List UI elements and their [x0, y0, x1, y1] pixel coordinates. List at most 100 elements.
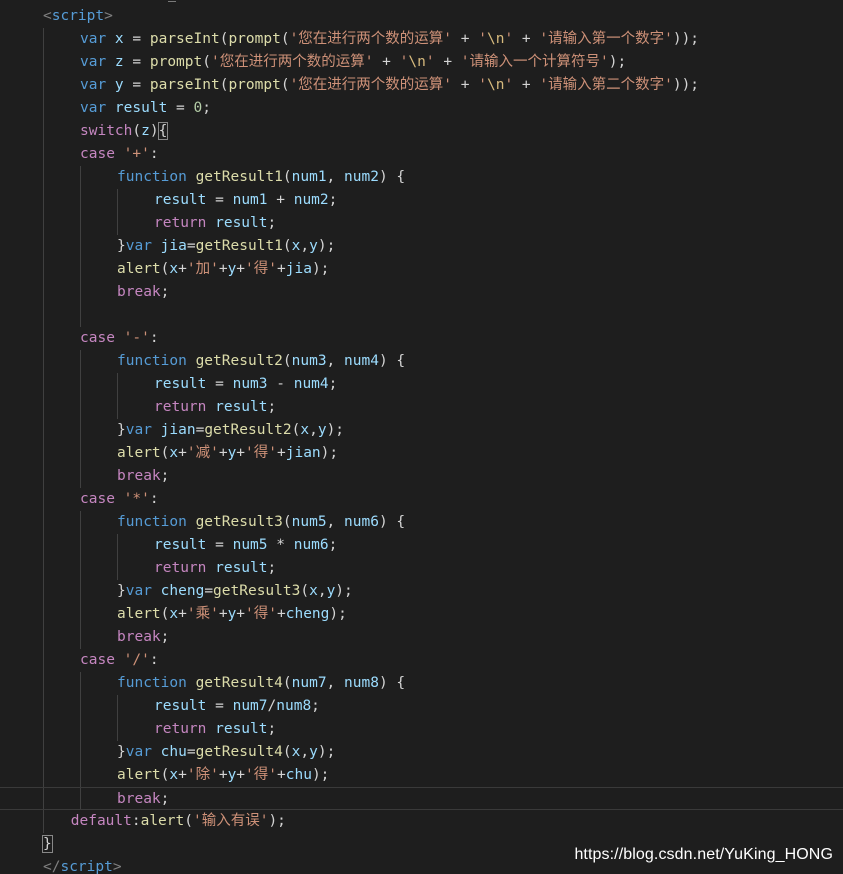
- code-token: +: [434, 54, 461, 70]
- code-token: );: [326, 422, 345, 438]
- code-line[interactable]: }var jia=getResult1(x,y);: [0, 235, 843, 258]
- code-line[interactable]: result = num5 * num6;: [0, 534, 843, 557]
- code-token: alert: [117, 767, 161, 783]
- code-editor[interactable]: <script> var x = parseInt(prompt('您在进行两个数…: [0, 0, 843, 874]
- code-token: (: [202, 54, 211, 70]
- code-line[interactable]: function getResult1(num1, num2) {: [0, 166, 843, 189]
- code-line[interactable]: return result;: [0, 718, 843, 741]
- code-line[interactable]: var y = parseInt(prompt('您在进行两个数的运算' + '…: [0, 74, 843, 97]
- code-token: +: [513, 77, 540, 93]
- code-line[interactable]: break;: [0, 626, 843, 649]
- code-line[interactable]: function getResult4(num7, num8) {: [0, 672, 843, 695]
- code-token: '输入有误': [192, 813, 269, 829]
- code-line[interactable]: return result;: [0, 396, 843, 419]
- code-token: jia: [285, 261, 312, 277]
- code-line[interactable]: case '-':: [0, 327, 843, 350]
- code-token: ));: [672, 77, 700, 93]
- code-line[interactable]: <script>: [0, 5, 843, 28]
- code-token: alert: [117, 606, 161, 622]
- code-token: break: [117, 468, 161, 484]
- code-token: \n: [486, 77, 505, 93]
- code-line[interactable]: function getResult2(num3, num4) {: [0, 350, 843, 373]
- code-token: ': [478, 31, 487, 47]
- code-line[interactable]: var z = prompt('您在进行两个数的运算' + '\n' + '请输…: [0, 51, 843, 74]
- code-line[interactable]: break;: [0, 281, 843, 304]
- code-token: (: [282, 675, 292, 691]
- code-token: break: [117, 629, 161, 645]
- code-token: num7: [232, 698, 268, 714]
- code-token: '/': [123, 652, 150, 668]
- code-line[interactable]: switch(z){: [0, 120, 843, 143]
- code-line[interactable]: var result = 0;: [0, 97, 843, 120]
- code-token: +: [277, 606, 286, 622]
- code-token: script: [60, 859, 113, 874]
- code-token: script: [51, 8, 105, 24]
- code-token: ;: [267, 215, 277, 231]
- code-token: case: [80, 491, 124, 507]
- code-token: x: [309, 583, 318, 599]
- code-line[interactable]: }var cheng=getResult3(x,y);: [0, 580, 843, 603]
- code-line[interactable]: alert(x+'除'+y+'得'+chu);: [0, 764, 843, 787]
- code-line[interactable]: break;: [0, 787, 843, 810]
- code-token: =: [123, 31, 150, 47]
- code-token: ) {: [378, 353, 406, 369]
- code-line[interactable]: return result;: [0, 557, 843, 580]
- code-token: result: [154, 376, 207, 392]
- code-token: num4: [344, 353, 379, 369]
- code-line[interactable]: [0, 304, 843, 327]
- code-token: ,: [300, 744, 310, 760]
- code-token: y: [114, 77, 124, 93]
- code-token: );: [317, 238, 336, 254]
- code-token: num1: [232, 192, 268, 208]
- code-line[interactable]: }var jian=getResult2(x,y);: [0, 419, 843, 442]
- code-token: ': [478, 77, 487, 93]
- code-token: ,: [300, 238, 310, 254]
- code-token: y: [227, 767, 237, 783]
- code-token: chu: [160, 744, 187, 760]
- code-token: (: [282, 169, 292, 185]
- code-token: y: [227, 445, 237, 461]
- code-line[interactable]: result = num1 + num2;: [0, 189, 843, 212]
- code-line[interactable]: case '/':: [0, 649, 843, 672]
- code-token: }: [42, 835, 53, 853]
- code-line[interactable]: return result;: [0, 212, 843, 235]
- code-token: =: [123, 77, 150, 93]
- code-token: ,: [326, 675, 345, 691]
- code-token: num3: [232, 376, 268, 392]
- code-token: var: [125, 583, 161, 599]
- code-token: cheng: [160, 583, 205, 599]
- code-token: );: [608, 54, 627, 70]
- code-token: getResult3: [195, 514, 283, 530]
- code-line[interactable]: alert(x+'加'+y+'得'+jia);: [0, 258, 843, 281]
- code-line[interactable]: case '+':: [0, 143, 843, 166]
- code-line[interactable]: break;: [0, 465, 843, 488]
- code-line[interactable]: function getResult3(num5, num6) {: [0, 511, 843, 534]
- code-token: function: [117, 169, 196, 185]
- code-token: result: [215, 560, 268, 576]
- code-token: ,: [326, 353, 345, 369]
- code-token: +: [178, 606, 187, 622]
- code-token: break: [117, 284, 161, 300]
- code-token: var: [80, 77, 115, 93]
- code-token: ) {: [378, 514, 406, 530]
- code-token: '您在进行两个数的运算': [210, 54, 374, 70]
- code-line[interactable]: }var chu=getResult4(x,y);: [0, 741, 843, 764]
- code-line[interactable]: var x = parseInt(prompt('您在进行两个数的运算' + '…: [0, 28, 843, 51]
- code-line[interactable]: alert(x+'减'+y+'得'+jian);: [0, 442, 843, 465]
- code-token: +: [218, 767, 228, 783]
- code-token: }: [117, 744, 126, 760]
- code-line[interactable]: case '*':: [0, 488, 843, 511]
- code-token: ;: [202, 100, 211, 116]
- code-line[interactable]: result = num7/num8;: [0, 695, 843, 718]
- code-line[interactable]: result = num3 - num4;: [0, 373, 843, 396]
- code-line[interactable]: default:alert('输入有误');: [0, 810, 843, 833]
- code-token: ;: [328, 376, 338, 392]
- code-token: ) {: [378, 675, 406, 691]
- code-line[interactable]: alert(x+'乘'+y+'得'+cheng);: [0, 603, 843, 626]
- code-token: }: [117, 238, 126, 254]
- code-token: =: [186, 238, 196, 254]
- code-token: );: [329, 606, 347, 622]
- code-token: (: [184, 813, 193, 829]
- code-token: getResult2: [195, 353, 283, 369]
- code-token: :: [149, 146, 159, 162]
